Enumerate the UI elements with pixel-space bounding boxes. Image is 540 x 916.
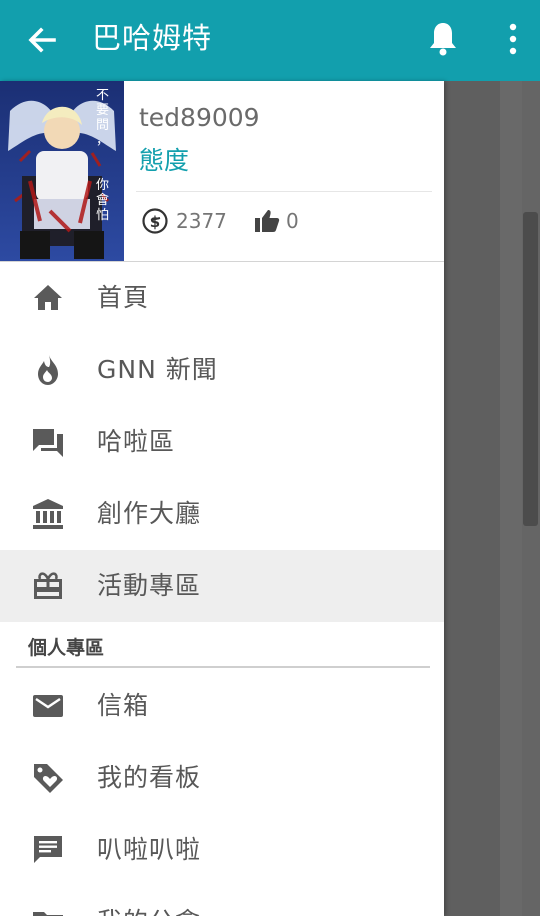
mail-icon: [33, 695, 63, 717]
menu-item-label: 活動專區: [97, 571, 202, 600]
svg-text:問: 問: [96, 118, 109, 133]
svg-text:會: 會: [96, 193, 109, 208]
menu-item-label: 我的看板: [97, 763, 202, 792]
navigation-drawer: 不 要 問 ， 你 會 怕 ted89009 態度 $ 2377 0 首頁 GN…: [0, 81, 444, 916]
bank-icon: [33, 499, 63, 529]
arrow-left-icon[interactable]: [24, 22, 60, 58]
menu-item-home[interactable]: 首頁: [0, 262, 444, 334]
background-scrollbar: [523, 212, 538, 526]
svg-text:怕: 怕: [96, 208, 109, 223]
home-icon: [34, 285, 62, 310]
app-bar: 巴哈姆特: [0, 0, 540, 81]
menu-item-label: 信箱: [97, 691, 150, 720]
app-title: 巴哈姆特: [92, 21, 213, 55]
menu-item-babble[interactable]: 叭啦叭啦: [0, 814, 444, 886]
section-divider: [16, 666, 430, 668]
menu-item-creation-hall[interactable]: 創作大廳: [0, 478, 444, 550]
menu-item-label: 我的公會: [97, 904, 201, 916]
menu-item-forum[interactable]: 哈啦區: [0, 406, 444, 478]
fire-icon: [38, 355, 58, 385]
chat-icon: [34, 836, 62, 863]
profile-divider: [136, 191, 432, 192]
bell-icon[interactable]: [426, 20, 460, 58]
gift-box-icon: [34, 572, 62, 599]
svg-text:$: $: [150, 213, 160, 231]
like-count: 0: [286, 209, 299, 233]
menu-item-label: 叭啦叭啦: [97, 835, 202, 864]
svg-text:，: ，: [96, 133, 109, 148]
background-column: [500, 81, 522, 916]
thumb-up-icon: [255, 210, 280, 232]
nickname: 態度: [139, 146, 190, 175]
svg-text:不: 不: [96, 88, 109, 103]
username: ted89009: [139, 103, 260, 132]
coin-count: 2377: [176, 209, 227, 233]
folder-icon: [33, 912, 63, 916]
section-title-personal: 個人專區: [28, 637, 105, 659]
forum-icon: [33, 429, 63, 457]
svg-text:要: 要: [96, 103, 109, 118]
more-vertical-icon[interactable]: [502, 22, 524, 56]
menu-item-my-boards[interactable]: 我的看板: [0, 742, 444, 814]
svg-text:你: 你: [96, 178, 109, 193]
menu-item-label: 首頁: [97, 283, 150, 312]
menu-item-events[interactable]: 活動專區: [0, 550, 444, 622]
coin-dollar-icon: $: [142, 208, 168, 234]
menu-item-label: GNN 新聞: [97, 355, 218, 384]
profile-header[interactable]: 不 要 問 ， 你 會 怕 ted89009 態度 $ 2377 0: [0, 81, 444, 262]
menu-item-mailbox[interactable]: 信箱: [0, 670, 444, 742]
menu-item-gnn-news[interactable]: GNN 新聞: [0, 334, 444, 406]
avatar[interactable]: 不 要 問 ， 你 會 怕: [0, 81, 124, 261]
tag-heart-icon: [34, 764, 63, 793]
menu-item-label: 哈啦區: [97, 427, 176, 456]
menu-item-label: 創作大廳: [97, 499, 202, 528]
menu-item-my-guild[interactable]: 我的公會: [0, 886, 444, 916]
